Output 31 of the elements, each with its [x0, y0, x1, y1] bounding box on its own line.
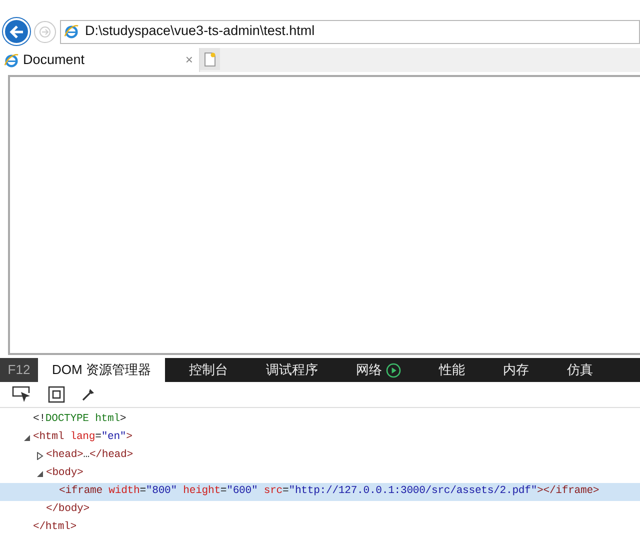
- dom-node-line[interactable]: </html>: [33, 520, 76, 536]
- close-tab-button[interactable]: ×: [183, 50, 195, 70]
- address-field[interactable]: D:\studyspace\vue3-ts-admin\test.html: [60, 20, 640, 44]
- devtools-tab[interactable]: 性能: [424, 358, 479, 382]
- url-text: D:\studyspace\vue3-ts-admin\test.html: [85, 22, 315, 40]
- devtools-tab[interactable]: 内存: [488, 358, 543, 382]
- new-tab-icon[interactable]: [204, 52, 216, 66]
- dom-node-line[interactable]: </body>: [46, 502, 90, 518]
- dom-node-line[interactable]: <head>…</head>: [46, 448, 133, 464]
- select-element-icon[interactable]: [12, 386, 32, 404]
- expanded-toggle-icon[interactable]: [36, 470, 44, 478]
- back-arrow-icon[interactable]: [9, 24, 24, 38]
- back-button[interactable]: [3, 18, 30, 45]
- eyedropper-icon[interactable]: [81, 387, 96, 402]
- tab-title: Document: [23, 50, 85, 69]
- expanded-toggle-icon[interactable]: [22, 434, 30, 442]
- f12-label: F12: [0, 358, 38, 382]
- collapsed-toggle-icon[interactable]: [36, 452, 44, 460]
- devtools-tab[interactable]: 控制台: [174, 358, 242, 382]
- browser-tab[interactable]: Document ×: [0, 48, 200, 72]
- devtools-tab[interactable]: 网络: [342, 358, 415, 382]
- ie-logo-icon: [64, 24, 79, 39]
- dom-node-line[interactable]: <html lang="en">: [33, 430, 132, 446]
- devtools-tab[interactable]: DOM 资源管理器: [38, 358, 165, 382]
- new-tab-button[interactable]: [200, 48, 220, 70]
- dom-node-line[interactable]: <!DOCTYPE html>: [33, 412, 126, 428]
- devtools-tab[interactable]: 调试程序: [252, 358, 332, 382]
- frame-icon[interactable]: [48, 386, 65, 403]
- ie-logo-icon: [4, 52, 19, 68]
- devtools-tab[interactable]: 仿真: [552, 358, 607, 382]
- dom-node-line[interactable]: <body>: [46, 466, 84, 482]
